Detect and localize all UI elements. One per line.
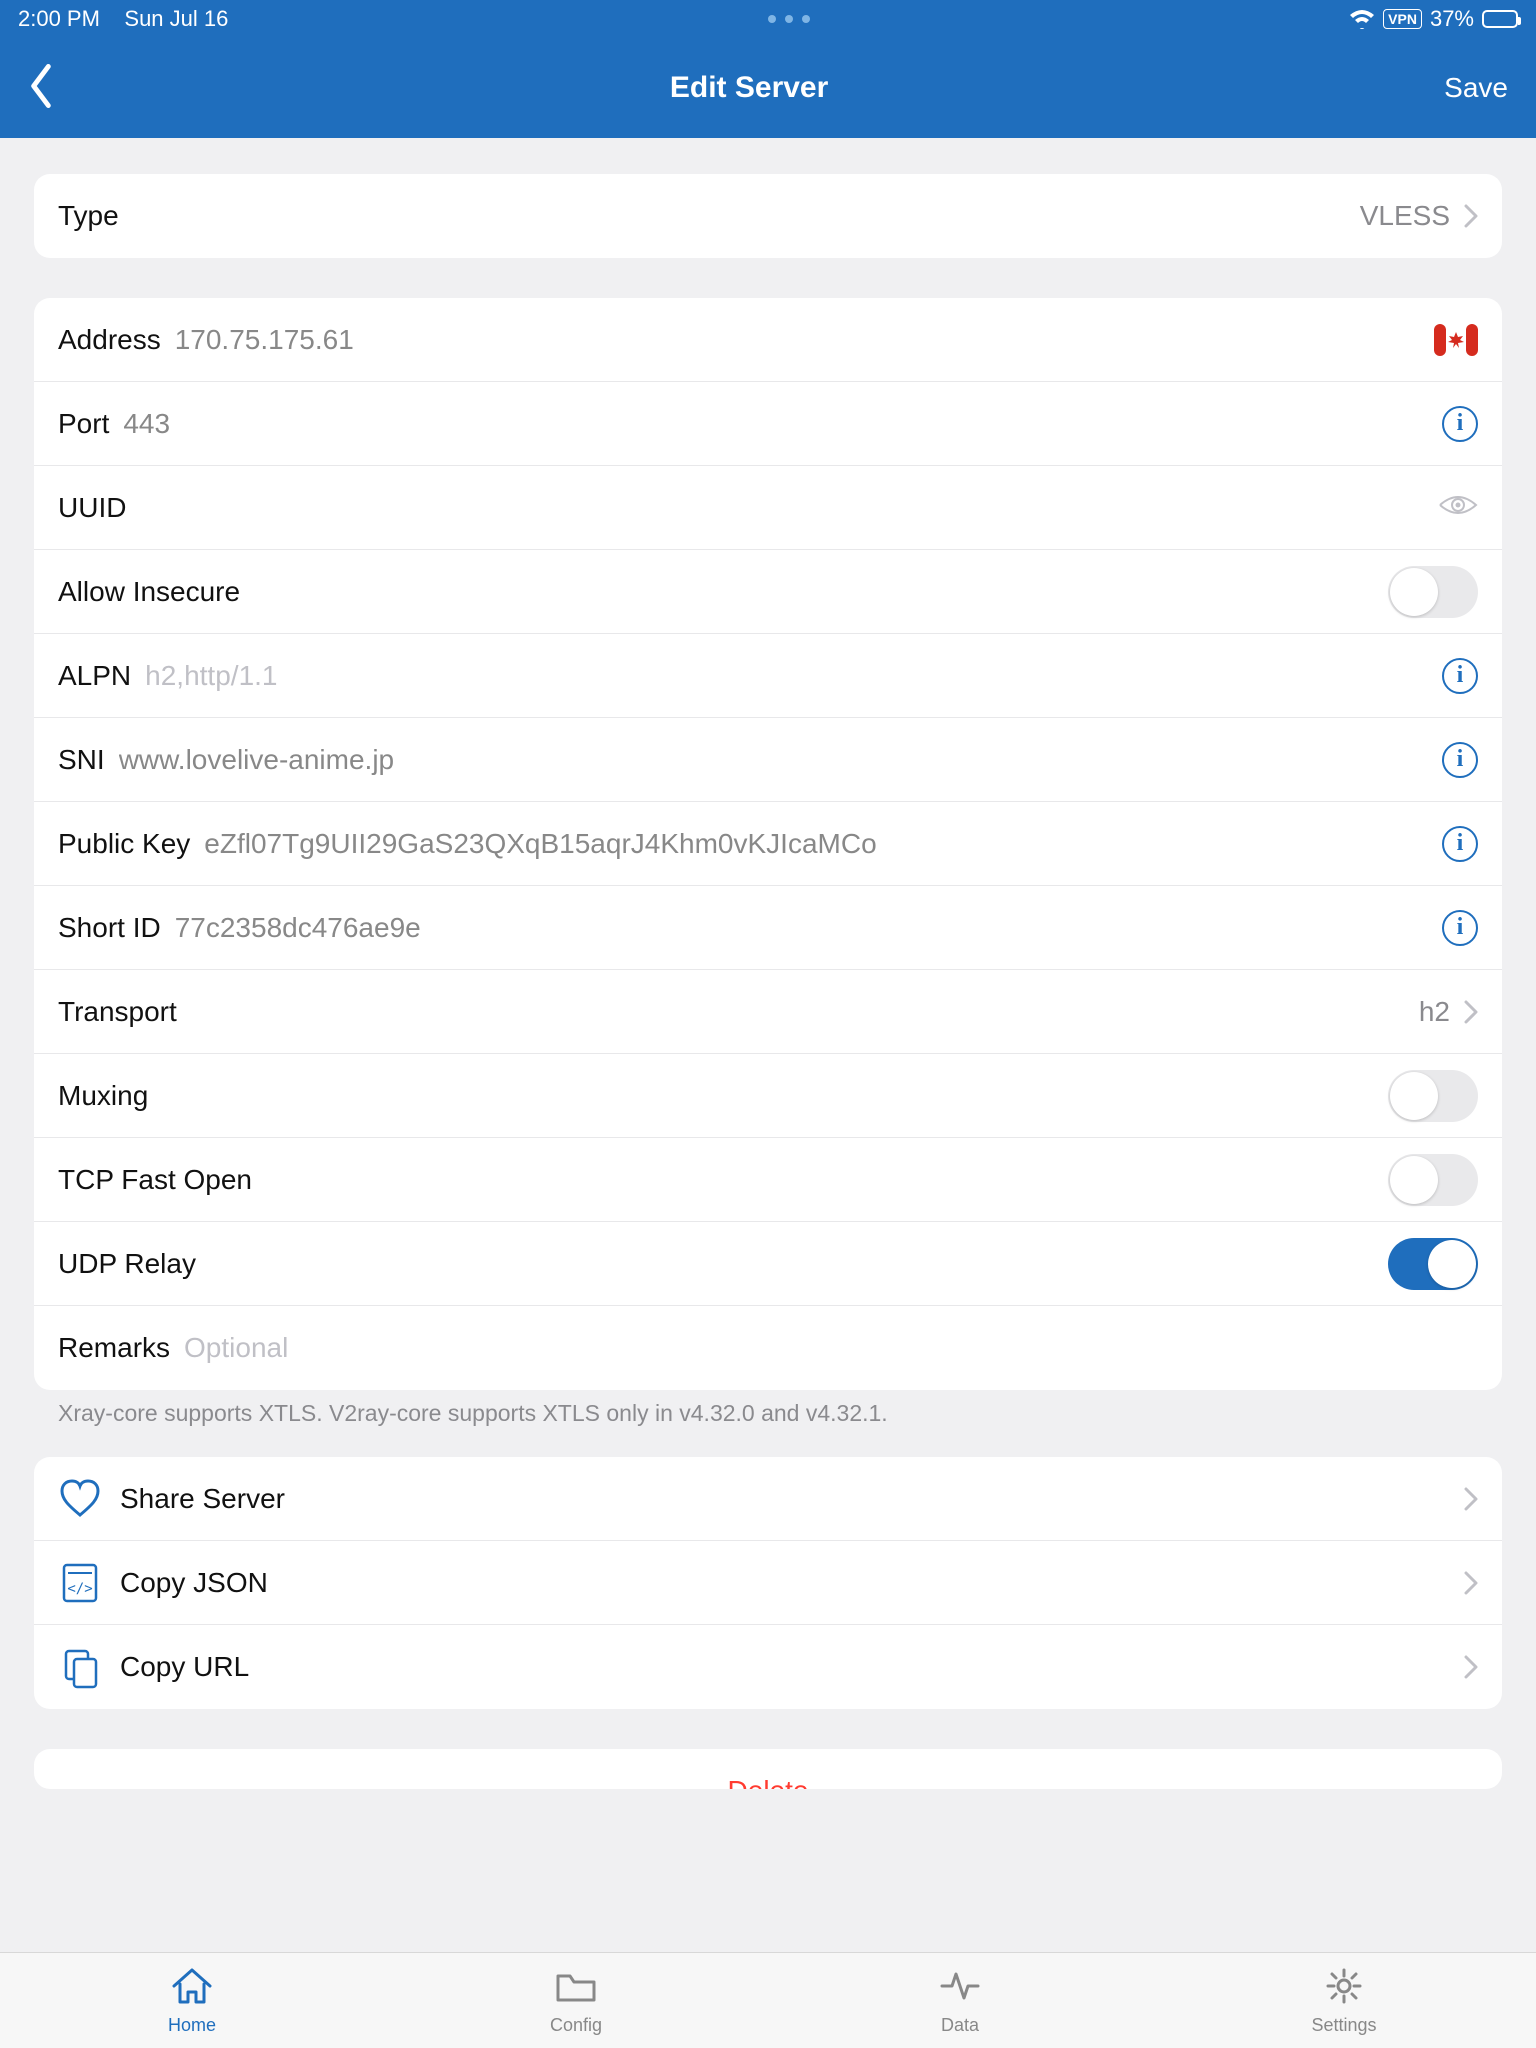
info-icon[interactable]: i: [1442, 910, 1478, 946]
actions-card: Share Server </> Copy JSON Copy URL: [34, 1457, 1502, 1709]
tab-settings[interactable]: Settings: [1152, 1966, 1536, 2036]
nav-bar: Edit Server Save: [0, 38, 1536, 138]
remarks-placeholder: Optional: [184, 1332, 288, 1364]
type-label: Type: [58, 200, 119, 232]
chevron-right-icon: [1464, 1000, 1478, 1024]
status-date: Sun Jul 16: [124, 6, 228, 31]
activity-icon: [938, 1966, 982, 2011]
port-value: 443: [123, 408, 170, 440]
copy-json-row[interactable]: </> Copy JSON: [34, 1541, 1502, 1625]
port-row[interactable]: Port 443 i: [34, 382, 1502, 466]
chevron-right-icon: [1464, 1655, 1478, 1679]
alpn-label: ALPN: [58, 660, 131, 692]
port-label: Port: [58, 408, 109, 440]
save-button[interactable]: Save: [1444, 72, 1508, 104]
transport-value: h2: [1419, 996, 1450, 1028]
info-icon[interactable]: i: [1442, 658, 1478, 694]
tab-data[interactable]: Data: [768, 1966, 1152, 2036]
transport-row[interactable]: Transport h2: [34, 970, 1502, 1054]
share-server-label: Share Server: [120, 1483, 1464, 1515]
uuid-label: UUID: [58, 492, 126, 524]
folder-icon: [554, 1966, 598, 2011]
tab-config[interactable]: Config: [384, 1966, 768, 2036]
muxing-row: Muxing: [34, 1054, 1502, 1138]
uuid-row[interactable]: UUID: [34, 466, 1502, 550]
allow-insecure-label: Allow Insecure: [58, 576, 240, 608]
public-key-value: eZfl07Tg9UII29GaS23QXqB15aqrJ4Khm0vKJIca…: [204, 828, 876, 860]
short-id-label: Short ID: [58, 912, 161, 944]
copy-url-row[interactable]: Copy URL: [34, 1625, 1502, 1709]
battery-percent: 37%: [1430, 6, 1474, 32]
back-button[interactable]: [28, 64, 54, 113]
copy-json-label: Copy JSON: [120, 1567, 1464, 1599]
gear-icon: [1322, 1966, 1366, 2011]
address-value: 170.75.175.61: [175, 324, 354, 356]
address-row[interactable]: Address 170.75.175.61: [34, 298, 1502, 382]
tab-bar: Home Config Data Settings: [0, 1952, 1536, 2048]
tab-settings-label: Settings: [1311, 2015, 1376, 2036]
footer-note: Xray-core supports XTLS. V2ray-core supp…: [34, 1400, 1502, 1457]
remarks-row[interactable]: Remarks Optional: [34, 1306, 1502, 1390]
udp-relay-row: UDP Relay: [34, 1222, 1502, 1306]
tab-config-label: Config: [550, 2015, 602, 2036]
copy-url-label: Copy URL: [120, 1651, 1464, 1683]
chevron-right-icon: [1464, 1571, 1478, 1595]
type-card: Type VLESS: [34, 174, 1502, 258]
chevron-right-icon: [1464, 204, 1478, 228]
home-icon: [170, 1966, 214, 2011]
chevron-right-icon: [1464, 1487, 1478, 1511]
canada-flag-icon: [1434, 324, 1478, 356]
info-icon[interactable]: i: [1442, 742, 1478, 778]
battery-icon: [1482, 10, 1518, 28]
sni-value: www.lovelive-anime.jp: [119, 744, 394, 776]
address-label: Address: [58, 324, 161, 356]
public-key-row[interactable]: Public Key eZfl07Tg9UII29GaS23QXqB15aqrJ…: [34, 802, 1502, 886]
json-file-icon: </>: [58, 1561, 102, 1605]
tab-data-label: Data: [941, 2015, 979, 2036]
tab-home-label: Home: [168, 2015, 216, 2036]
tcp-fast-open-row: TCP Fast Open: [34, 1138, 1502, 1222]
allow-insecure-toggle[interactable]: [1388, 566, 1478, 618]
muxing-toggle[interactable]: [1388, 1070, 1478, 1122]
heart-icon: [58, 1477, 102, 1521]
type-value: VLESS: [1360, 200, 1450, 232]
copy-icon: [58, 1645, 102, 1689]
wifi-icon: [1349, 9, 1375, 29]
udp-relay-label: UDP Relay: [58, 1248, 196, 1280]
type-row[interactable]: Type VLESS: [34, 174, 1502, 258]
sni-row[interactable]: SNI www.lovelive-anime.jp i: [34, 718, 1502, 802]
vpn-badge: VPN: [1383, 9, 1422, 29]
transport-label: Transport: [58, 996, 177, 1028]
status-time: 2:00 PM: [18, 6, 100, 31]
multitasking-dots-icon: [764, 14, 814, 24]
delete-label: Delete: [728, 1775, 809, 1789]
share-server-row[interactable]: Share Server: [34, 1457, 1502, 1541]
page-title: Edit Server: [670, 71, 828, 105]
alpn-row[interactable]: ALPN h2,http/1.1 i: [34, 634, 1502, 718]
remarks-label: Remarks: [58, 1332, 170, 1364]
server-fields-card: Address 170.75.175.61 Port 443 i UUID Al…: [34, 298, 1502, 1390]
tcp-fast-open-label: TCP Fast Open: [58, 1164, 252, 1196]
allow-insecure-row: Allow Insecure: [34, 550, 1502, 634]
delete-card[interactable]: Delete: [34, 1749, 1502, 1789]
short-id-value: 77c2358dc476ae9e: [175, 912, 421, 944]
status-bar: 2:00 PM Sun Jul 16 VPN 37%: [0, 0, 1536, 38]
svg-text:</>: </>: [67, 1581, 92, 1597]
eye-icon[interactable]: [1438, 491, 1478, 524]
public-key-label: Public Key: [58, 828, 190, 860]
tab-home[interactable]: Home: [0, 1966, 384, 2036]
short-id-row[interactable]: Short ID 77c2358dc476ae9e i: [34, 886, 1502, 970]
muxing-label: Muxing: [58, 1080, 148, 1112]
udp-relay-toggle[interactable]: [1388, 1238, 1478, 1290]
tcp-fast-open-toggle[interactable]: [1388, 1154, 1478, 1206]
info-icon[interactable]: i: [1442, 406, 1478, 442]
sni-label: SNI: [58, 744, 105, 776]
info-icon[interactable]: i: [1442, 826, 1478, 862]
alpn-placeholder: h2,http/1.1: [145, 660, 277, 692]
